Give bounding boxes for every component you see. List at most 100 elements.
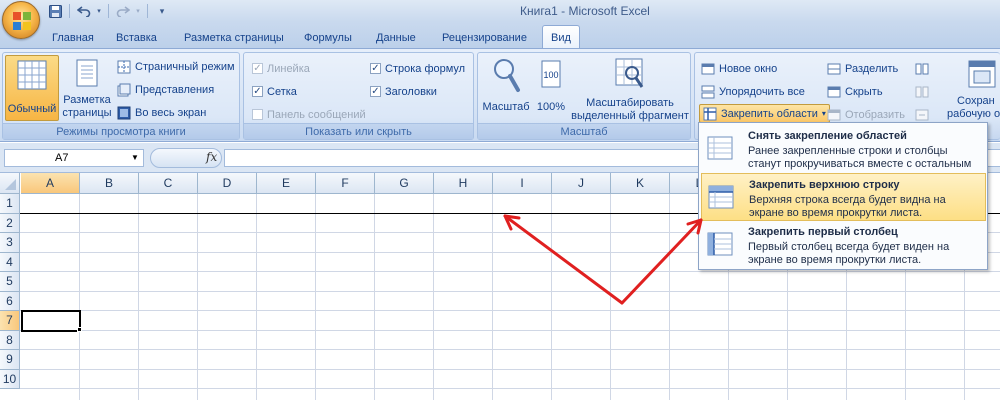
menu-item-unfreeze-panes[interactable]: Снять закрепление областей Ранее закрепл…	[701, 125, 986, 183]
unhide-window-icon	[827, 109, 841, 120]
column-header-a[interactable]: A	[21, 173, 80, 194]
undo-icon[interactable]	[75, 3, 93, 20]
fill-handle[interactable]	[77, 326, 82, 332]
unhide-label: Отобразить	[845, 108, 905, 121]
hide-button[interactable]: Скрыть	[827, 82, 883, 101]
group-label-zoom: Масштаб	[478, 123, 690, 139]
grid-row-line	[20, 349, 1000, 350]
menu-item-freeze-first-column[interactable]: Закрепить первый столбец Первый столбец …	[701, 221, 986, 269]
column-header-e[interactable]: E	[257, 173, 316, 194]
gridlines-label: Сетка	[267, 85, 297, 98]
quick-access-toolbar: ▾ ▾ ▾	[46, 2, 171, 20]
zoom-100-icon: 100	[541, 60, 561, 88]
undo-dropdown-icon[interactable]: ▾	[95, 3, 103, 20]
row-header-8[interactable]: 8	[0, 330, 20, 350]
group-zoom: Масштаб 100 100% Масштабировать выделенн…	[477, 52, 691, 140]
new-window-button[interactable]: Новое окно	[701, 59, 777, 78]
freeze-top-row-icon	[708, 185, 734, 209]
normal-view-button[interactable]: Обычный	[5, 55, 59, 121]
menu-item-freeze-top-row[interactable]: Закрепить верхнюю строку Верхняя строка …	[701, 173, 986, 221]
freeze-first-column-desc: Первый столбец всегда будет виден на экр…	[748, 241, 950, 266]
zoom-100-button[interactable]: 100 100%	[534, 55, 568, 121]
zoom-button[interactable]: Масштаб	[480, 55, 532, 121]
office-button[interactable]	[2, 1, 40, 39]
new-window-label: Новое окно	[719, 62, 778, 75]
save-workspace-button[interactable]: Сохран рабочую об	[943, 55, 1000, 121]
name-box-dropdown-icon[interactable]: ▼	[131, 153, 139, 162]
row-header-1[interactable]: 1	[0, 194, 20, 214]
row-header-7[interactable]: 7	[0, 311, 20, 331]
formula-bar-checkbox[interactable]: ✓ Строка формул	[370, 59, 465, 78]
tab-formulas[interactable]: Формулы	[296, 28, 360, 48]
freeze-first-column-title: Закрепить первый столбец	[748, 226, 898, 238]
redo-dropdown-icon[interactable]: ▾	[134, 3, 142, 20]
message-bar-check-icon	[252, 109, 263, 120]
customize-icon[interactable]: ▾	[153, 3, 171, 20]
column-header-g[interactable]: G	[375, 173, 434, 194]
page-break-label: Страничный режим	[135, 60, 235, 73]
column-header-j[interactable]: J	[552, 173, 611, 194]
ruler-label: Линейка	[267, 62, 310, 75]
page-break-preview-button[interactable]: Страничный режим	[117, 57, 235, 76]
group-show-hide: ✓ Линейка ✓ Сетка Панель сообщений ✓ Стр…	[243, 52, 474, 140]
insert-function-icon[interactable]: fx	[206, 150, 217, 164]
sync-scroll-icon	[915, 86, 929, 97]
hide-window-icon	[827, 86, 841, 97]
row-header-6[interactable]: 6	[0, 291, 20, 311]
freeze-first-column-icon	[707, 232, 733, 256]
qat-separator	[108, 4, 109, 18]
headings-checkbox[interactable]: ✓ Заголовки	[370, 82, 437, 101]
freeze-panes-icon	[703, 107, 717, 120]
row-header-5[interactable]: 5	[0, 272, 20, 292]
side-by-side-icon	[915, 63, 929, 74]
column-header-b[interactable]: B	[80, 173, 139, 194]
full-screen-label: Во весь экран	[135, 106, 207, 119]
tab-review[interactable]: Рецензирование	[434, 28, 535, 48]
tab-insert[interactable]: Вставка	[108, 28, 165, 48]
tab-page-layout[interactable]: Разметка страницы	[176, 28, 292, 48]
zoom-to-selection-button[interactable]: Масштабировать выделенный фрагмент	[570, 55, 690, 122]
normal-view-label: Обычный	[7, 103, 57, 115]
save-icon[interactable]	[46, 3, 64, 20]
gridlines-checkbox[interactable]: ✓ Сетка	[252, 82, 297, 101]
row-header-3[interactable]: 3	[0, 233, 20, 253]
page-layout-button[interactable]: Разметка страницы	[61, 55, 113, 121]
column-header-d[interactable]: D	[198, 173, 257, 194]
message-bar-checkbox[interactable]: Панель сообщений	[252, 105, 366, 124]
sync-scroll-button[interactable]	[915, 82, 929, 101]
column-header-k[interactable]: K	[611, 173, 670, 194]
tab-home[interactable]: Главная	[44, 28, 102, 48]
tab-data[interactable]: Данные	[368, 28, 424, 48]
split-icon	[827, 63, 841, 74]
column-header-h[interactable]: H	[434, 173, 493, 194]
row-header-4[interactable]: 4	[0, 252, 20, 272]
full-screen-button[interactable]: Во весь экран	[117, 103, 206, 122]
arrange-all-button[interactable]: Упорядочить все	[701, 82, 805, 101]
row-header-2[interactable]: 2	[0, 213, 20, 233]
side-by-side-button[interactable]	[915, 59, 929, 78]
ruler-checkbox[interactable]: ✓ Линейка	[252, 59, 310, 78]
custom-views-icon	[117, 83, 131, 96]
split-button[interactable]: Разделить	[827, 59, 898, 78]
name-box[interactable]: A7	[4, 149, 144, 167]
redo-icon[interactable]	[114, 3, 132, 20]
zoom-100-label: 100%	[536, 101, 566, 113]
headings-label: Заголовки	[385, 85, 437, 98]
page-layout-icon	[76, 59, 98, 87]
row-header-10[interactable]: 10	[0, 369, 20, 389]
freeze-panes-button[interactable]: Закрепить области ▾	[699, 104, 830, 123]
title-bar: ▾ ▾ ▾ Книга1 - Microsoft Excel	[0, 0, 1000, 22]
row-header-9[interactable]: 9	[0, 350, 20, 370]
zoom-selection-icon	[615, 58, 644, 88]
split-label: Разделить	[845, 62, 899, 75]
group-workbook-views: Обычный Разметка страницы Страничный реж…	[2, 52, 240, 140]
selected-cell[interactable]	[21, 310, 81, 332]
column-header-f[interactable]: F	[316, 173, 375, 194]
tab-view[interactable]: Вид	[542, 25, 580, 49]
custom-views-button[interactable]: Представления	[117, 80, 214, 99]
grid-row-line	[20, 388, 1000, 389]
ruler-check-icon: ✓	[252, 62, 263, 74]
select-all-corner[interactable]	[0, 173, 20, 194]
column-header-c[interactable]: C	[139, 173, 198, 194]
column-header-i[interactable]: I	[493, 173, 552, 194]
